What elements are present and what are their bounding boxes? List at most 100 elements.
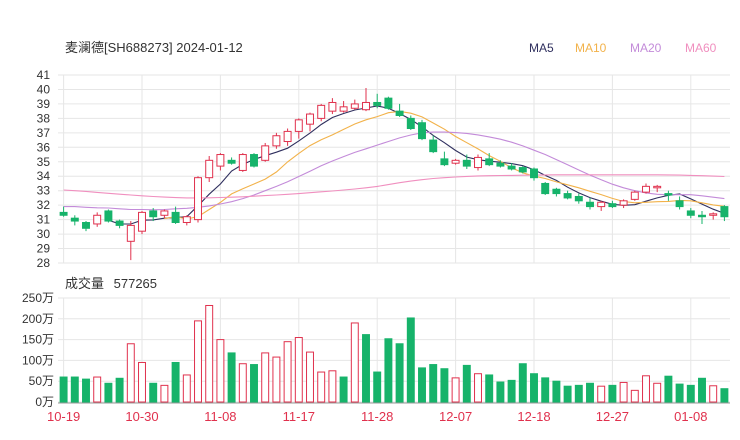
candle-body — [675, 200, 684, 208]
candle — [462, 154, 471, 169]
volume-bar — [149, 382, 158, 403]
price-y-tick: 37 — [37, 126, 51, 140]
candle-body — [698, 214, 706, 218]
candle-body — [518, 167, 527, 173]
candle-body — [328, 101, 337, 112]
candle-body — [373, 101, 382, 106]
x-tick-date: 11-28 — [361, 409, 393, 424]
volume-bar — [272, 356, 281, 403]
volume-y-tick: 150万 — [22, 333, 54, 347]
volume-bar — [541, 377, 550, 403]
x-tick-date: 11-08 — [204, 409, 236, 424]
volume-bar — [306, 351, 314, 403]
volume-bar — [115, 377, 124, 403]
volume-bar — [462, 364, 471, 403]
candle — [115, 219, 124, 229]
candle — [642, 183, 650, 194]
candle-body — [104, 210, 113, 222]
volume-bar — [138, 361, 146, 403]
volume-bar — [317, 371, 326, 403]
candle-body — [574, 195, 583, 202]
candle — [339, 101, 348, 113]
volume-title: 成交量 577265 — [65, 276, 157, 291]
volume-y-tick: 100万 — [22, 353, 54, 367]
candle-body — [597, 201, 606, 208]
volume-bar — [451, 377, 460, 403]
x-tick-date: 10-19 — [47, 409, 80, 424]
candle-body — [664, 193, 673, 196]
candle-body — [294, 119, 303, 132]
candle-body — [82, 222, 90, 229]
price-y-tick: 28 — [37, 256, 51, 270]
candle — [82, 221, 90, 232]
candle — [126, 221, 135, 261]
volume-bar — [597, 385, 606, 403]
candle — [474, 154, 482, 171]
price-y-tick: 35 — [37, 155, 51, 169]
volume-y-tick: 250万 — [22, 291, 54, 305]
volume-bar — [261, 352, 270, 403]
candle-body — [194, 177, 202, 221]
candle — [93, 212, 102, 227]
x-tick-date: 12-27 — [596, 409, 629, 424]
candle-body — [586, 201, 594, 208]
candle — [350, 99, 359, 110]
candle — [418, 119, 426, 141]
volume-bar — [720, 388, 729, 403]
candle-body — [507, 165, 516, 170]
candle — [518, 166, 527, 174]
candle — [395, 103, 404, 117]
candle — [698, 210, 706, 224]
candle-body — [261, 145, 270, 161]
volume-bar — [194, 320, 202, 403]
candle-body — [451, 159, 460, 164]
volume-bar — [104, 382, 113, 403]
candle — [440, 151, 449, 167]
candle — [720, 205, 729, 222]
volume-bar — [182, 374, 191, 403]
volume-bar — [608, 384, 617, 403]
volume-bar — [698, 377, 706, 403]
volume-bar — [406, 317, 415, 403]
candle — [104, 209, 113, 223]
candle-body — [429, 139, 438, 153]
x-tick-date: 01-08 — [674, 409, 707, 424]
price-y-tick: 40 — [37, 82, 51, 96]
candle-body — [182, 216, 191, 224]
candle — [619, 199, 628, 209]
candle — [686, 208, 695, 219]
volume-bar — [474, 373, 482, 403]
candle-body — [283, 130, 292, 143]
candle — [630, 190, 639, 201]
volume-y-tick: 50万 — [29, 374, 54, 388]
volume-bar — [686, 384, 695, 403]
volume-bar — [518, 363, 527, 403]
ma-line-ma20 — [63, 131, 725, 211]
volume-bar — [563, 385, 572, 403]
candle-body — [474, 156, 482, 169]
candle-body — [238, 154, 247, 171]
candle — [59, 206, 68, 217]
candle-body — [485, 158, 494, 166]
volume-bar — [93, 376, 102, 403]
candle-body — [250, 154, 258, 167]
candle — [272, 132, 281, 149]
volume-label: 成交量 — [65, 276, 104, 291]
candle-body — [496, 162, 505, 167]
volume-bar — [373, 371, 382, 403]
candle-body — [59, 211, 68, 216]
price-y-tick: 39 — [37, 97, 51, 111]
volume-bar — [418, 367, 426, 403]
candle-body — [272, 135, 281, 147]
candle — [182, 215, 191, 226]
candle-body — [362, 101, 370, 111]
price-y-tick: 41 — [37, 68, 51, 82]
price-y-tick: 34 — [37, 169, 51, 183]
candle — [675, 196, 684, 210]
candle-body — [115, 220, 124, 226]
candle — [160, 209, 169, 219]
legend-ma10: MA10 — [575, 41, 607, 55]
price-y-tick: 31 — [37, 213, 51, 227]
candle-body — [350, 103, 359, 109]
price-y-tick: 38 — [37, 111, 51, 125]
